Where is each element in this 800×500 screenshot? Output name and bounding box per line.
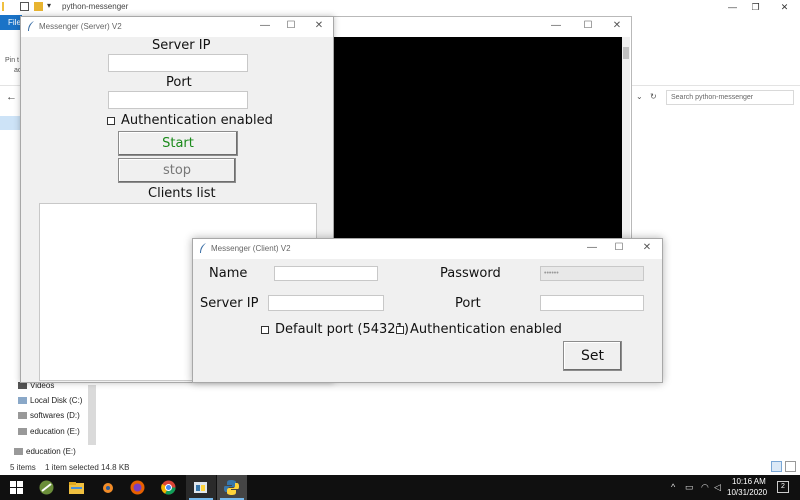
client-server-ip-label: Server IP bbox=[200, 296, 259, 311]
client-auth-label: Authentication enabled bbox=[410, 322, 562, 337]
server-minimize-button[interactable]: — bbox=[257, 20, 273, 31]
console-titlebar: — ☐ ✕ bbox=[321, 17, 631, 36]
wifi-icon[interactable]: ◠ bbox=[701, 482, 709, 493]
chrome-icon[interactable] bbox=[160, 479, 177, 496]
taskbar: ^ ▭ ◠ ◁ 10:16 AM 10/31/2020 2 bbox=[0, 475, 800, 500]
client-port-input[interactable] bbox=[540, 295, 644, 311]
server-close-button[interactable]: ✕ bbox=[311, 20, 327, 31]
drive-icon bbox=[18, 428, 27, 435]
server-ip-input[interactable] bbox=[108, 54, 248, 72]
drive-icon bbox=[18, 412, 27, 419]
client-auth-checkbox[interactable]: Authentication enabled bbox=[396, 322, 562, 337]
refresh-icon[interactable]: ↻ bbox=[650, 92, 657, 101]
clients-list-label: Clients list bbox=[148, 186, 216, 201]
nav-item-local-disk-c[interactable]: Local Disk (C:) bbox=[18, 396, 82, 405]
status-bar: 5 items 1 item selected 14.8 KB bbox=[0, 460, 800, 474]
details-view-icon[interactable] bbox=[771, 461, 782, 472]
console-scrollbar[interactable] bbox=[622, 37, 630, 243]
show-hidden-icons-icon[interactable]: ^ bbox=[671, 482, 675, 492]
client-close-button[interactable]: ✕ bbox=[639, 242, 655, 253]
drive-icon bbox=[14, 448, 23, 455]
file-explorer-icon[interactable] bbox=[68, 479, 85, 496]
properties-icon[interactable] bbox=[20, 2, 29, 11]
port-label: Port bbox=[166, 75, 192, 90]
quick-access-dropdown-icon[interactable]: ▾ bbox=[47, 1, 51, 10]
checkbox-box[interactable] bbox=[107, 116, 115, 125]
nav-item-education-e-2[interactable]: education (E:) bbox=[14, 447, 76, 456]
nav-selected-item[interactable] bbox=[0, 116, 20, 130]
client-titlebar: Messenger (Client) V2 — ☐ ✕ bbox=[193, 239, 662, 259]
start-icon[interactable] bbox=[8, 479, 25, 496]
console-output[interactable] bbox=[333, 37, 623, 243]
client-maximize-button[interactable]: ☐ bbox=[611, 242, 627, 253]
back-arrow-icon[interactable]: ← bbox=[6, 91, 17, 103]
server-titlebar: Messenger (Server) V2 — ☐ ✕ bbox=[21, 17, 333, 37]
client-window-title: Messenger (Client) V2 bbox=[211, 244, 291, 253]
name-input[interactable] bbox=[274, 266, 378, 281]
server-window-title: Messenger (Server) V2 bbox=[39, 22, 122, 31]
nav-item-education-e[interactable]: education (E:) bbox=[18, 427, 80, 436]
folder-small-icon bbox=[2, 2, 11, 11]
large-icons-view-icon[interactable] bbox=[785, 461, 796, 472]
blender-icon[interactable] bbox=[99, 479, 116, 496]
volume-icon[interactable]: ◁ bbox=[714, 482, 721, 493]
password-label: Password bbox=[440, 266, 501, 281]
console-scroll-thumb[interactable] bbox=[623, 47, 629, 59]
explorer-title: python-messenger bbox=[62, 2, 129, 11]
console-minimize-button[interactable]: — bbox=[548, 20, 564, 31]
tk-feather-icon bbox=[200, 243, 206, 253]
python-icon[interactable] bbox=[223, 479, 240, 496]
port-input[interactable] bbox=[108, 91, 248, 109]
videos-icon bbox=[18, 382, 27, 389]
name-label: Name bbox=[209, 266, 248, 281]
firefox-icon[interactable] bbox=[129, 479, 146, 496]
pin-text: Pin t ac bbox=[5, 57, 22, 74]
python-idle-taskbar-item[interactable] bbox=[186, 475, 216, 500]
console-close-button[interactable]: ✕ bbox=[609, 20, 625, 31]
console-window: — ☐ ✕ bbox=[320, 16, 632, 244]
search-placeholder: Search python-messenger bbox=[671, 94, 754, 101]
server-auth-checkbox[interactable]: Authentication enabled bbox=[107, 113, 273, 128]
clock-time[interactable]: 10:16 AM bbox=[732, 477, 766, 486]
tk-feather-icon bbox=[28, 21, 34, 31]
server-ip-label: Server IP bbox=[152, 38, 211, 53]
new-folder-icon[interactable] bbox=[34, 2, 43, 11]
notification-center-icon[interactable]: 2 bbox=[777, 481, 789, 493]
python-taskbar-item[interactable] bbox=[217, 475, 247, 500]
search-input[interactable]: Search python-messenger bbox=[666, 90, 794, 105]
checkbox-box[interactable] bbox=[261, 325, 269, 334]
pycharm-icon[interactable] bbox=[38, 479, 55, 496]
status-item-count: 5 items bbox=[10, 463, 36, 472]
client-window: Messenger (Client) V2 — ☐ ✕ Name Passwor… bbox=[192, 238, 663, 383]
client-minimize-button[interactable]: — bbox=[584, 242, 600, 253]
explorer-close-button[interactable]: ✕ bbox=[762, 0, 800, 14]
checkbox-box[interactable] bbox=[396, 325, 404, 334]
status-selected: 1 item selected 14.8 KB bbox=[45, 463, 130, 472]
server-maximize-button[interactable]: ☐ bbox=[283, 20, 299, 31]
address-dropdown-icon[interactable]: ⌄ bbox=[636, 92, 643, 101]
default-port-checkbox[interactable]: Default port (54321) bbox=[261, 322, 409, 337]
client-server-ip-input[interactable] bbox=[268, 295, 384, 311]
nav-scrollbar[interactable] bbox=[88, 385, 96, 445]
clock-date[interactable]: 10/31/2020 bbox=[727, 488, 767, 497]
start-button[interactable]: Start bbox=[118, 131, 238, 156]
python-idle-icon[interactable] bbox=[192, 479, 209, 496]
client-port-label: Port bbox=[455, 296, 481, 311]
default-port-label: Default port (54321) bbox=[275, 322, 409, 337]
stop-button[interactable]: stop bbox=[118, 158, 236, 183]
nav-item-softwares-d[interactable]: softwares (D:) bbox=[18, 411, 80, 420]
console-maximize-button[interactable]: ☐ bbox=[580, 20, 596, 31]
server-auth-label: Authentication enabled bbox=[121, 113, 273, 128]
file-tab[interactable]: File bbox=[0, 15, 22, 30]
drive-icon bbox=[18, 397, 27, 404]
set-button[interactable]: Set bbox=[563, 341, 622, 371]
battery-icon[interactable]: ▭ bbox=[685, 482, 694, 493]
explorer-titlebar: ▾ python-messenger — ❐ ✕ bbox=[0, 0, 800, 14]
password-input[interactable]: •••••• bbox=[540, 266, 644, 281]
